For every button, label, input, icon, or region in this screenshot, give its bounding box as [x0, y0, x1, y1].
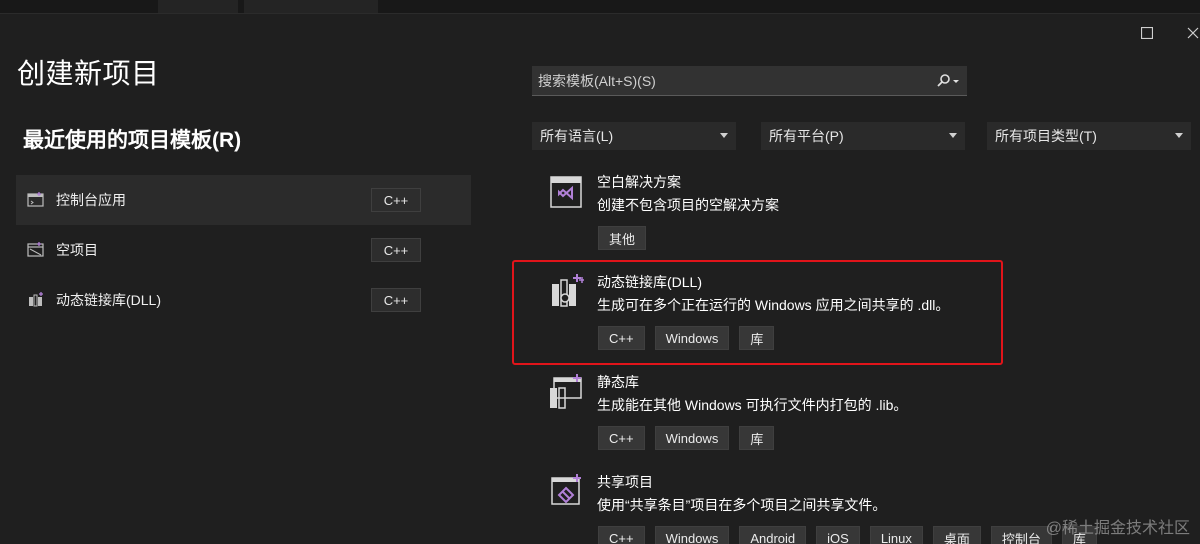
template-tag: Windows: [654, 426, 730, 450]
template-static-library[interactable]: 静态库 生成能在其他 Windows 可执行文件内打包的 .lib。 C++ W…: [540, 372, 1140, 457]
recent-templates-list: 控制台应用 C++ 空项目 C++ 动态链接库(DLL) C++: [16, 175, 471, 325]
tab-ghost: [158, 0, 238, 13]
recent-item-label: 空项目: [56, 242, 98, 258]
maximize-button[interactable]: [1134, 20, 1160, 46]
close-button[interactable]: [1180, 20, 1200, 46]
console-app-icon: [27, 191, 45, 209]
language-filter-dropdown[interactable]: 所有语言(L): [532, 122, 736, 150]
template-tag: 控制台: [990, 526, 1052, 544]
template-tag: 桌面: [932, 526, 981, 544]
empty-project-icon: [27, 241, 45, 259]
template-name: 空白解决方案: [597, 174, 681, 190]
language-tag: C++: [371, 288, 421, 312]
template-tag: Linux: [869, 526, 923, 544]
search-input[interactable]: [538, 72, 918, 89]
chevron-down-icon: [1175, 133, 1183, 138]
language-filter-value: 所有语言(L): [540, 128, 614, 144]
template-tags: 其他: [598, 226, 647, 250]
chevron-down-icon: [720, 133, 728, 138]
recent-item-label: 动态链接库(DLL): [56, 292, 162, 308]
recent-templates-heading: 最近使用的项目模板(R): [23, 129, 242, 152]
search-icon: [937, 74, 959, 87]
title-bar: [0, 0, 1200, 14]
template-tag: 库: [739, 426, 775, 450]
template-tag: iOS: [816, 526, 860, 544]
template-description: 使用“共享条目”项目在多个项目之间共享文件。: [597, 497, 887, 513]
maximize-icon: [1141, 27, 1153, 39]
shared-project-icon: [551, 474, 581, 505]
watermark: @稀土掘金技术社区: [1045, 520, 1190, 537]
recent-item-label: 控制台应用: [56, 192, 126, 208]
template-tag: Windows: [654, 526, 730, 544]
platform-filter-value: 所有平台(P): [769, 128, 844, 144]
highlight-frame: [512, 260, 1003, 365]
tab-ghost: [244, 0, 378, 13]
template-blank-solution[interactable]: 空白解决方案 创建不包含项目的空解决方案 其他: [540, 172, 1140, 257]
template-name: 共享项目: [597, 474, 653, 490]
page-title: 创建新项目: [17, 58, 160, 89]
search-button[interactable]: [933, 71, 963, 91]
close-icon: [1187, 27, 1199, 39]
template-tag: 其他: [598, 226, 647, 250]
recent-item-console-app[interactable]: 控制台应用 C++: [16, 175, 471, 225]
template-description: 生成能在其他 Windows 可执行文件内打包的 .lib。: [597, 397, 908, 413]
visual-studio-icon: [550, 176, 582, 208]
template-tag: Android: [739, 526, 807, 544]
project-type-filter-value: 所有项目类型(T): [995, 128, 1097, 144]
project-type-filter-dropdown[interactable]: 所有项目类型(T): [987, 122, 1191, 150]
recent-item-empty-project[interactable]: 空项目 C++: [16, 225, 471, 275]
chevron-down-icon: [949, 133, 957, 138]
template-tag: C++: [598, 426, 645, 450]
recent-item-dll[interactable]: 动态链接库(DLL) C++: [16, 275, 471, 325]
template-search-box[interactable]: [532, 66, 967, 96]
template-description: 创建不包含项目的空解决方案: [597, 197, 779, 213]
static-library-icon: [550, 374, 582, 409]
dll-library-icon: [27, 291, 45, 309]
template-name: 静态库: [597, 374, 639, 390]
template-tags: C++ Windows 库: [598, 426, 775, 450]
language-tag: C++: [371, 188, 421, 212]
language-tag: C++: [371, 238, 421, 262]
platform-filter-dropdown[interactable]: 所有平台(P): [761, 122, 965, 150]
template-tag: C++: [598, 526, 645, 544]
template-tags: C++ Windows Android iOS Linux 桌面 控制台 库: [598, 526, 1097, 544]
